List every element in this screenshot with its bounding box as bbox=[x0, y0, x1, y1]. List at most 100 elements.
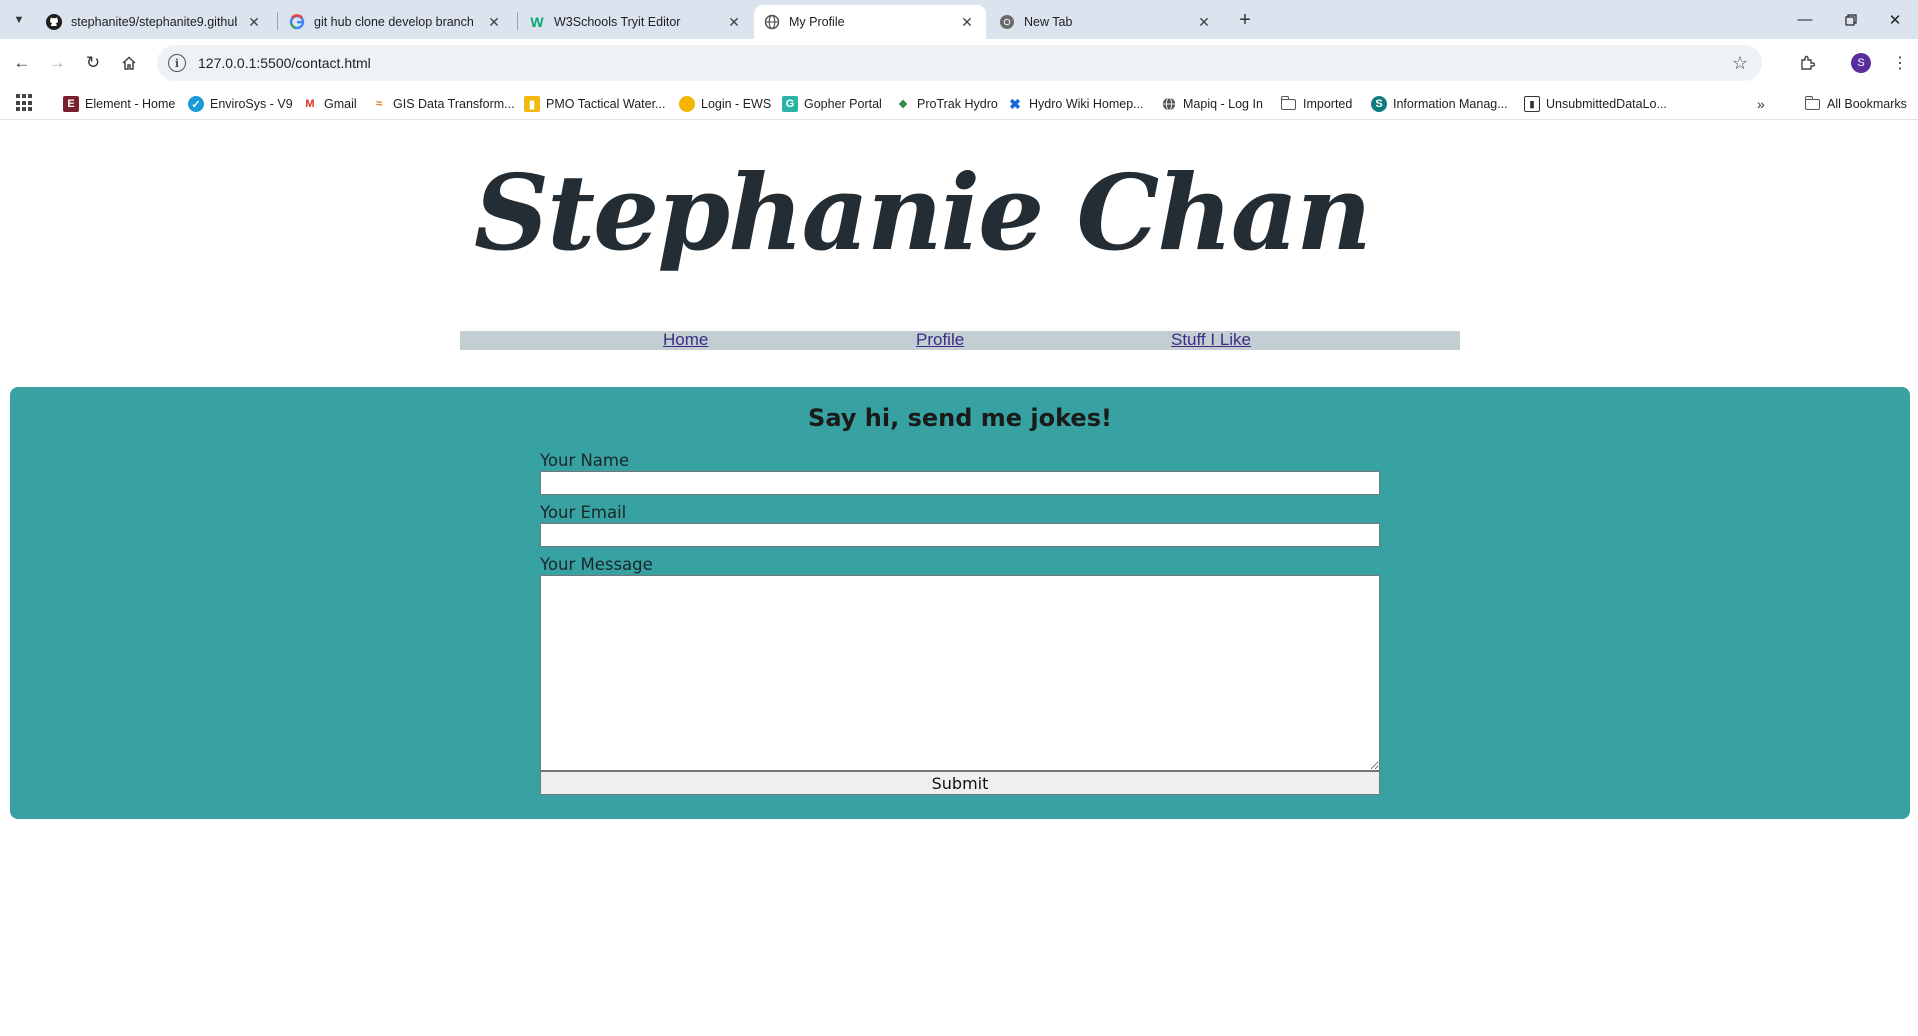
name-field[interactable] bbox=[540, 471, 1380, 495]
tab-title: W3Schools Tryit Editor bbox=[554, 15, 681, 29]
email-label: Your Email bbox=[540, 503, 627, 522]
bookmark-label: Login - EWS bbox=[701, 97, 772, 111]
name-label: Your Name bbox=[540, 451, 630, 470]
folder-icon bbox=[1804, 95, 1820, 110]
close-tab-icon[interactable]: ✕ bbox=[725, 13, 743, 31]
bookmark-gmail[interactable]: M Gmail bbox=[302, 93, 357, 115]
tab-separator bbox=[517, 12, 518, 30]
reload-icon[interactable]: ↻ bbox=[81, 51, 105, 75]
bookmark-label: Mapiq - Log In bbox=[1183, 97, 1263, 111]
all-bookmarks-folder[interactable]: All Bookmarks bbox=[1804, 93, 1907, 115]
contact-form: Your Name Your Email Your Message Submit bbox=[540, 451, 1380, 795]
bookmark-pmo-tactical[interactable]: ▮ PMO Tactical Water... bbox=[524, 93, 665, 115]
tab-strip: ▼ stephanite9/stephanite9.github ✕ git h… bbox=[0, 0, 1918, 39]
bookmark-label: Gmail bbox=[324, 97, 357, 111]
bookmark-login-ews[interactable]: Login - EWS bbox=[679, 93, 771, 115]
close-tab-icon[interactable]: ✕ bbox=[1195, 13, 1213, 31]
bookmarks-overflow-icon[interactable]: » bbox=[1757, 96, 1765, 112]
tab-my-profile[interactable]: My Profile ✕ bbox=[754, 5, 986, 39]
site-info-icon[interactable]: i bbox=[168, 54, 186, 72]
new-tab-button[interactable]: + bbox=[1232, 7, 1258, 33]
contact-section: Say hi, send me jokes! Your Name Your Em… bbox=[10, 387, 1910, 819]
bookmark-hydro-wiki[interactable]: ✖ Hydro Wiki Homep... bbox=[1007, 93, 1144, 115]
chart-icon: ▮ bbox=[524, 96, 540, 112]
bookmark-envirosys[interactable]: ✓ EnviroSys - V9 bbox=[188, 93, 293, 115]
google-icon bbox=[289, 14, 305, 30]
confluence-icon: ✖ bbox=[1009, 95, 1021, 112]
bookmark-label: Information Manag... bbox=[1393, 97, 1508, 111]
bookmark-folder-imported[interactable]: Imported bbox=[1280, 93, 1353, 115]
back-icon[interactable]: ← bbox=[10, 51, 34, 75]
address-bar[interactable]: i 127.0.0.1:5500/contact.html ☆ bbox=[157, 45, 1762, 81]
envirosys-icon: ✓ bbox=[188, 96, 204, 112]
message-field[interactable] bbox=[540, 575, 1380, 771]
close-tab-icon[interactable]: ✕ bbox=[485, 13, 503, 31]
tab-w3schools[interactable]: W W3Schools Tryit Editor ✕ bbox=[519, 5, 753, 39]
bookmark-element-home[interactable]: E Element - Home bbox=[63, 93, 175, 115]
bookmark-label: EnviroSys - V9 bbox=[210, 97, 293, 111]
email-field[interactable] bbox=[540, 523, 1380, 547]
tab-search-chevron-icon[interactable]: ▼ bbox=[7, 8, 31, 32]
report-icon: ▮ bbox=[1524, 96, 1540, 112]
tab-title: stephanite9/stephanite9.github bbox=[71, 15, 237, 29]
extensions-icon[interactable] bbox=[1796, 51, 1820, 75]
close-tab-icon[interactable]: ✕ bbox=[958, 13, 976, 31]
nav-home-link[interactable]: Home bbox=[663, 330, 708, 350]
bookmark-star-icon[interactable]: ☆ bbox=[1732, 53, 1748, 74]
page-viewport: Stephanie Chan Home Profile Stuff I Like… bbox=[0, 121, 1918, 1036]
bookmark-unsubmitted-data[interactable]: ▮ UnsubmittedDataLo... bbox=[1524, 93, 1667, 115]
tab-title: My Profile bbox=[789, 15, 845, 29]
message-label: Your Message bbox=[540, 555, 653, 574]
bookmark-label: UnsubmittedDataLo... bbox=[1546, 97, 1667, 111]
chrome-icon bbox=[999, 14, 1015, 30]
close-window-icon[interactable]: ✕ bbox=[1872, 0, 1918, 39]
all-bookmarks-label: All Bookmarks bbox=[1827, 97, 1907, 111]
bookmark-label: Element - Home bbox=[85, 97, 176, 111]
gopher-icon: G bbox=[782, 96, 798, 112]
nav-profile-link[interactable]: Profile bbox=[916, 330, 964, 350]
home-icon[interactable] bbox=[117, 51, 141, 75]
nav-stuff-i-like-link[interactable]: Stuff I Like bbox=[1171, 330, 1251, 350]
element-icon: E bbox=[63, 96, 79, 112]
bookmark-information-manag[interactable]: S Information Manag... bbox=[1371, 93, 1508, 115]
browser-toolbar: ← → ↻ i 127.0.0.1:5500/contact.html ☆ bbox=[0, 39, 1918, 87]
forward-icon[interactable]: → bbox=[45, 51, 69, 75]
bookmark-label: GIS Data Transform... bbox=[393, 97, 515, 111]
minimize-icon[interactable]: — bbox=[1782, 0, 1828, 39]
ews-icon bbox=[679, 96, 695, 112]
site-logo: Stephanie Chan bbox=[474, 151, 1372, 274]
close-tab-icon[interactable]: ✕ bbox=[245, 13, 263, 31]
tab-title: git hub clone develop branch t bbox=[314, 15, 477, 29]
w3schools-icon: W bbox=[530, 14, 544, 30]
bookmark-label: ProTrak Hydro bbox=[917, 97, 998, 111]
bookmark-mapiq[interactable]: Mapiq - Log In bbox=[1161, 93, 1263, 115]
bookmark-label: PMO Tactical Water... bbox=[546, 97, 666, 111]
bookmark-label: Hydro Wiki Homep... bbox=[1029, 97, 1144, 111]
tab-new-tab[interactable]: New Tab ✕ bbox=[989, 5, 1223, 39]
profile-avatar[interactable]: S bbox=[1851, 53, 1871, 73]
url-text: 127.0.0.1:5500/contact.html bbox=[198, 55, 371, 71]
bookmark-label: Imported bbox=[1303, 97, 1353, 111]
restore-icon[interactable] bbox=[1828, 0, 1874, 39]
bookmarks-bar: E Element - Home ✓ EnviroSys - V9 M Gmai… bbox=[0, 87, 1918, 120]
tab-github[interactable]: stephanite9/stephanite9.github ✕ bbox=[36, 5, 273, 39]
bookmark-gopher-portal[interactable]: G Gopher Portal bbox=[782, 93, 882, 115]
contact-heading: Say hi, send me jokes! bbox=[808, 404, 1112, 432]
bookmark-label: Gopher Portal bbox=[804, 97, 882, 111]
tab-title: New Tab bbox=[1024, 15, 1073, 29]
bookmark-protrak-hydro[interactable]: ❖ ProTrak Hydro bbox=[895, 93, 998, 115]
protrak-icon: ❖ bbox=[898, 98, 908, 111]
apps-grid-icon[interactable] bbox=[16, 94, 34, 112]
submit-button[interactable]: Submit bbox=[540, 771, 1380, 795]
tab-google-search[interactable]: git hub clone develop branch t ✕ bbox=[279, 5, 513, 39]
tab-separator bbox=[277, 12, 278, 30]
menu-kebab-icon[interactable]: ⋮ bbox=[1890, 51, 1910, 75]
github-icon bbox=[46, 14, 62, 30]
folder-icon bbox=[1280, 95, 1296, 110]
gmail-icon: M bbox=[305, 98, 315, 110]
bookmark-gis-data[interactable]: ≈ GIS Data Transform... bbox=[371, 93, 515, 115]
globe-icon bbox=[764, 14, 780, 30]
gis-icon: ≈ bbox=[375, 98, 383, 110]
site-nav: Home Profile Stuff I Like bbox=[460, 330, 1460, 350]
sharepoint-icon: S bbox=[1371, 96, 1387, 112]
